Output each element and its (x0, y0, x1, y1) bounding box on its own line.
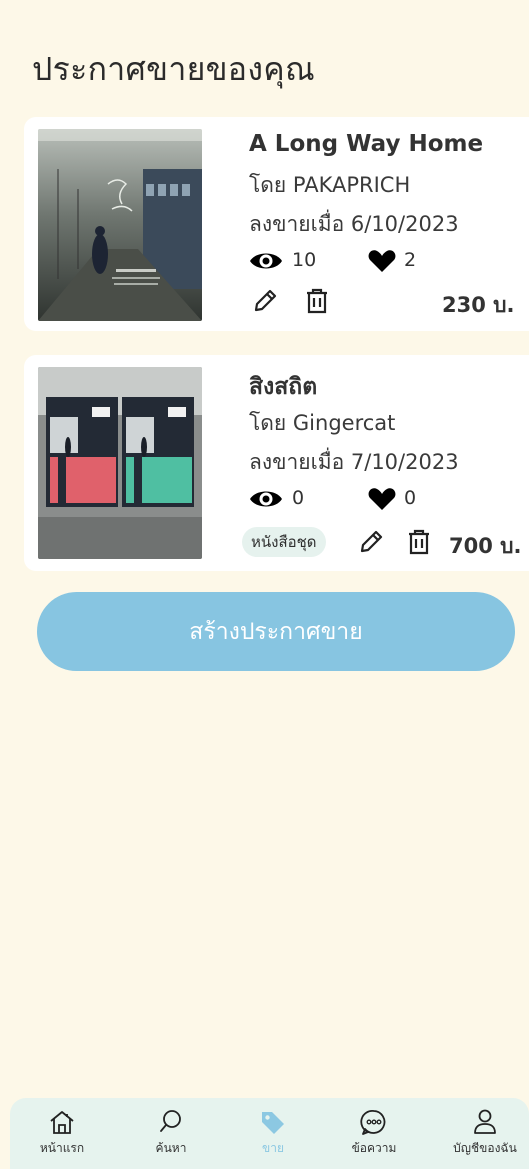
nav-label: บัญชีของฉัน (453, 1141, 517, 1155)
nav-label: ค้นหา (155, 1141, 187, 1155)
view-count: 10 (292, 249, 317, 271)
like-count: 2 (404, 249, 417, 271)
trash-icon[interactable] (407, 528, 431, 556)
eye-icon (250, 253, 282, 269)
book-cover-image (38, 129, 202, 321)
tag-icon (262, 1112, 284, 1134)
eye-icon (250, 491, 282, 507)
book-cover-image (38, 367, 202, 559)
book-title: สิงสถิต (249, 374, 318, 400)
nav-label: ขาย (262, 1141, 284, 1155)
nav-item-account[interactable]: บัญชีของฉัน (440, 1098, 529, 1169)
listing-card[interactable]: A Long Way Home โดย PAKAPRICH ลงขายเมื่อ… (24, 117, 529, 331)
listed-date: ลงขายเมื่อ 6/10/2023 (249, 212, 459, 236)
page-title: ประกาศขายของคุณ (32, 50, 315, 88)
nav-label: หน้าแรก (39, 1141, 85, 1155)
book-author: โดย Gingercat (249, 411, 396, 435)
price: 700 บ. (449, 534, 522, 558)
view-count: 0 (292, 487, 305, 509)
price: 230 บ. (442, 293, 515, 317)
listing-card[interactable]: สิงสถิต โดย Gingercat ลงขายเมื่อ 7/10/20… (24, 355, 529, 571)
book-set-badge: หนังสือชุด (242, 527, 326, 557)
listed-date: ลงขายเมื่อ 7/10/2023 (249, 450, 459, 474)
like-count: 0 (404, 487, 417, 509)
book-author: โดย PAKAPRICH (249, 173, 411, 197)
heart-icon (368, 250, 396, 272)
nav-item-home[interactable]: หน้าแรก (22, 1098, 102, 1169)
edit-icon[interactable] (252, 288, 278, 314)
nav-label: ข้อความ (351, 1141, 397, 1155)
book-title: A Long Way Home (249, 131, 484, 157)
trash-icon[interactable] (305, 287, 329, 315)
create-listing-button[interactable]: สร้างประกาศขาย (37, 592, 515, 671)
home-icon (50, 1111, 74, 1134)
bottom-nav: หน้าแรก ค้นหา ขาย ข้อความ บัญชีของฉัน (10, 1098, 529, 1169)
nav-item-messages[interactable]: ข้อความ (334, 1098, 414, 1169)
user-icon (474, 1109, 496, 1134)
chat-icon (360, 1110, 386, 1135)
edit-icon[interactable] (358, 529, 384, 555)
nav-item-sell[interactable]: ขาย (233, 1098, 313, 1169)
search-icon (160, 1110, 181, 1132)
heart-icon (368, 488, 396, 510)
nav-item-search[interactable]: ค้นหา (131, 1098, 211, 1169)
